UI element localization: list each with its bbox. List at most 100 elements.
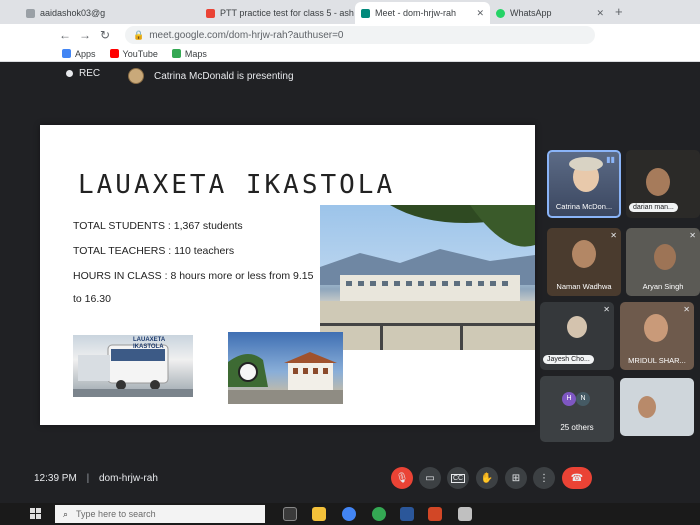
participant-name: Catrina McDon... — [555, 202, 613, 211]
more-options-button[interactable]: ⋮ — [533, 467, 555, 489]
tab-label: aaidashok03@g — [40, 8, 106, 18]
mic-toggle-button[interactable]: 🎙 — [391, 467, 413, 489]
participant-face — [638, 396, 656, 418]
browser-tab-strip: aaidashok03@g PTT practice test for clas… — [0, 0, 700, 24]
screen: aaidashok03@g PTT practice test for clas… — [0, 0, 700, 525]
tab-gmail-account[interactable]: aaidashok03@g — [20, 2, 200, 24]
powerpoint-icon[interactable] — [428, 507, 442, 521]
school-bus-photo: LAUAXETA IKASTOLA — [73, 335, 193, 397]
slide-line-teachers: TOTAL TEACHERS : 110 teachers — [73, 245, 235, 257]
close-icon[interactable]: ✕ — [592, 8, 604, 19]
back-button[interactable]: ← — [55, 28, 75, 42]
app-icon[interactable] — [458, 507, 472, 521]
url-text: meet.google.com/dom-hrjw-rah?authuser=0 — [149, 29, 344, 41]
participant-name-pill: Jayesh Cho... — [543, 355, 594, 364]
slide-line-hours: HOURS IN CLASS : 8 hours more or less fr… — [73, 270, 314, 282]
presenting-text: Catrina McDonald is presenting — [154, 70, 294, 82]
search-icon: ⌕ — [63, 508, 69, 519]
camera-toggle-button[interactable]: ▭ — [419, 467, 441, 489]
participant-tile-aryan[interactable]: ✕ Aryan Singh — [626, 228, 700, 296]
reload-button[interactable]: ↻ — [95, 28, 115, 42]
camera-icon: ▭ — [425, 472, 435, 484]
bookmark-label: YouTube — [122, 48, 158, 59]
meeting-code: dom-hrjw-rah — [98, 473, 158, 484]
windows-logo-pane — [30, 514, 35, 519]
tab-label: PTT practice test for class 5 - ash — [220, 8, 354, 18]
raise-hand-button[interactable]: ✋ — [476, 467, 498, 489]
tab-whatsapp[interactable]: WhatsApp ✕ — [490, 2, 610, 24]
participant-tile-self[interactable] — [620, 378, 694, 436]
captions-icon: CC — [450, 473, 466, 483]
record-dot-icon — [66, 70, 73, 77]
mic-off-icon: ✕ — [610, 231, 617, 240]
bus-sign: LAUAXETA IKASTOLA — [133, 337, 165, 350]
participant-tile-naman[interactable]: ✕ Naman Wadhwa — [547, 228, 621, 296]
participant-tile-jayesh[interactable]: ✕ Jayesh Cho... — [540, 302, 614, 370]
windows-logo-pane — [36, 514, 41, 519]
close-icon[interactable]: ✕ — [472, 8, 484, 19]
participant-tile-catrina[interactable]: ▮▮ Catrina McDon... — [547, 150, 621, 218]
file-explorer-icon[interactable] — [312, 507, 326, 521]
windows-logo-pane — [36, 508, 41, 513]
task-view-icon[interactable] — [283, 507, 297, 521]
avatar-initial-h: H — [562, 392, 576, 406]
meet-icon — [361, 8, 370, 18]
participant-hair — [569, 157, 603, 171]
tab-label: Meet - dom-hrjw-rah — [375, 8, 457, 18]
bookmark-maps[interactable]: Maps — [171, 49, 207, 59]
youtube-icon — [109, 49, 119, 58]
chrome-profile-icon[interactable] — [372, 507, 386, 521]
bookmark-apps[interactable]: Apps — [62, 49, 96, 59]
lock-icon: 🔒 — [133, 29, 145, 40]
windows-logo-icon — [30, 508, 35, 513]
courtyard-illustration — [320, 205, 535, 350]
school-courtyard-photo — [320, 205, 535, 350]
bookmark-youtube[interactable]: YouTube — [109, 48, 158, 59]
present-now-button[interactable]: ⊞ — [505, 467, 527, 489]
taskbar-search-box[interactable]: ⌕ Type here to search — [55, 505, 265, 523]
meet-controls-bar: 12:39 PM | dom-hrjw-rah 🎙 ▭ CC ✋ ⊞ ⋮ ☎ — [0, 455, 700, 503]
apps-grid-icon — [62, 49, 71, 58]
participant-tile-others[interactable]: H N 25 others — [540, 376, 614, 442]
others-count: 25 others — [560, 423, 594, 432]
address-bar[interactable]: 🔒 meet.google.com/dom-hrjw-rah?authuser=… — [125, 26, 595, 44]
meeting-time: 12:39 PM — [34, 473, 77, 484]
participant-face — [654, 244, 676, 270]
tab-meet[interactable]: Meet - dom-hrjw-rah ✕ — [355, 2, 490, 24]
participant-name: MRIDUL SHAR... — [628, 356, 686, 365]
hand-icon: ✋ — [480, 472, 494, 484]
slide-line-hours-cont: to 16.30 — [73, 293, 111, 305]
participant-tile-darian[interactable]: darian man... — [626, 150, 700, 218]
maps-icon — [171, 49, 181, 58]
leave-call-button[interactable]: ☎ — [562, 467, 592, 489]
word-icon[interactable] — [400, 507, 414, 521]
building-illustration — [228, 352, 343, 404]
rec-label: REC — [79, 68, 101, 79]
meeting-info: 12:39 PM | dom-hrjw-rah — [34, 473, 158, 484]
participant-name: Aryan Singh — [642, 282, 684, 291]
mic-off-icon: 🎙 — [395, 472, 409, 484]
participant-face — [572, 240, 596, 268]
chrome-icon[interactable] — [342, 507, 356, 521]
tab-gmail[interactable]: PTT practice test for class 5 - ash ✕ — [200, 2, 355, 24]
captions-button[interactable]: CC — [447, 467, 469, 489]
participant-face — [567, 316, 587, 338]
mic-off-icon: ✕ — [683, 305, 690, 314]
forward-button[interactable]: → — [75, 28, 95, 42]
gmail-icon — [206, 8, 215, 18]
windows-start-button[interactable] — [30, 508, 42, 520]
presentation-slide: LAUAXETA IKASTOLA TOTAL STUDENTS : 1,367… — [40, 125, 535, 425]
meet-header: REC Catrina McDonald is presenting — [0, 62, 700, 96]
search-placeholder: Type here to search — [76, 509, 156, 519]
mic-off-icon: ✕ — [689, 231, 696, 240]
bookmarks-bar: Apps YouTube Maps — [0, 46, 700, 62]
speaking-indicator-icon: ▮▮ — [606, 155, 615, 164]
school-building-photo — [228, 332, 343, 404]
new-tab-button[interactable]: + — [615, 4, 623, 19]
presenter-avatar — [128, 68, 144, 84]
meeting-info-separator: | — [86, 473, 90, 484]
participant-name-pill: darian man... — [629, 203, 678, 212]
participant-tile-mridul[interactable]: ✕ MRIDUL SHAR... — [620, 302, 694, 370]
avatar-initial-n: N — [576, 392, 590, 406]
participant-grid: ▮▮ Catrina McDon... darian man... ✕ Nama… — [540, 150, 700, 450]
